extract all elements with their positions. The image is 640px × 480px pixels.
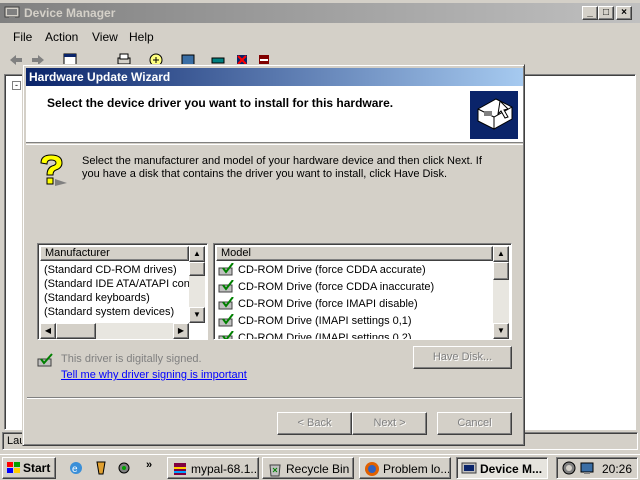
model-label: CD-ROM Drive (force CDDA accurate) [238, 264, 426, 276]
settings-tool-icon[interactable] [116, 460, 132, 476]
scroll-down-button[interactable]: ▼ [189, 307, 205, 323]
start-button[interactable]: Start [2, 457, 56, 479]
manufacturer-list[interactable]: Manufacturer (Standard CD-ROM drives) (S… [37, 243, 208, 340]
model-vertical-scrollbar[interactable]: ▲ ▼ [493, 246, 509, 339]
system-tray: 20:26 [556, 457, 638, 479]
windows-logo-icon [7, 462, 20, 473]
wizard-instruction: Select the manufacturer and model of you… [82, 155, 482, 180]
scroll-up-button[interactable]: ▲ [189, 246, 205, 262]
signed-driver-icon [218, 331, 234, 339]
start-label: Start [23, 461, 51, 475]
device-manager-icon [461, 462, 477, 474]
task-label: Problem lo... [383, 462, 449, 476]
scroll-down-button[interactable]: ▼ [493, 323, 509, 339]
device-manager-title: Device Manager [24, 6, 116, 20]
wizard-titlebar[interactable]: Hardware Update Wizard [26, 68, 523, 86]
task-button-browser[interactable]: Problem lo... [359, 457, 451, 479]
list-item[interactable]: (Standard CD-ROM drives) [44, 264, 190, 276]
browser-icon [365, 462, 379, 476]
task-label: mypal-68.1... [191, 462, 257, 476]
menubar: File Action View Help [0, 26, 640, 46]
minimize-button[interactable]: _ [582, 6, 598, 20]
back-button[interactable]: < Back [277, 412, 352, 435]
model-label: CD-ROM Drive (force CDDA inaccurate) [238, 281, 435, 293]
signed-status-text: This driver is digitally signed. [61, 353, 202, 365]
maximize-button[interactable]: □ [598, 6, 614, 20]
task-button-device-manager[interactable]: Device M... [456, 457, 548, 479]
close-button[interactable]: × [616, 6, 632, 20]
model-list[interactable]: Model CD-ROM Drive (force CDDA accurate)… [213, 243, 512, 340]
device-manager-titlebar[interactable]: Device Manager _ □ × [0, 3, 640, 23]
wizard-header: Select the device driver you want to ins… [26, 86, 523, 143]
header-divider [26, 144, 523, 145]
scroll-right-button[interactable]: ▶ [173, 323, 189, 339]
model-label: CD-ROM Drive (force IMAPI disable) [238, 298, 418, 310]
list-item[interactable]: CD-ROM Drive (force IMAPI disable) [218, 296, 492, 312]
device-manager-icon [4, 6, 20, 19]
list-item[interactable]: CD-ROM Drive (IMAPI settings 0,2) [218, 330, 492, 340]
menu-view[interactable]: View [92, 30, 118, 44]
task-label: Recycle Bin [286, 462, 350, 476]
digitally-signed-icon [37, 353, 53, 367]
manufacturer-column-header[interactable]: Manufacturer [40, 246, 189, 261]
cancel-button[interactable]: Cancel [437, 412, 512, 435]
scroll-thumb[interactable] [493, 262, 509, 280]
list-item[interactable]: (Standard system devices) [44, 306, 190, 318]
recycle-bin-icon [269, 464, 281, 477]
scroll-thumb[interactable] [189, 262, 205, 276]
model-label: CD-ROM Drive (IMAPI settings 0,2) [238, 332, 412, 340]
hardware-update-wizard-dialog: Hardware Update Wizard Select the device… [22, 64, 525, 446]
hardware-wizard-icon [470, 91, 518, 139]
manufacturer-vertical-scrollbar[interactable]: ▲ ▼ [189, 246, 205, 323]
signed-driver-icon [218, 280, 234, 293]
tray-status-icon[interactable] [561, 460, 577, 476]
signed-driver-icon [218, 297, 234, 310]
model-column-header[interactable]: Model [216, 246, 493, 261]
list-item[interactable]: (Standard IDE ATA/ATAPI controllers) [44, 278, 190, 290]
list-item[interactable]: CD-ROM Drive (force CDDA accurate) [218, 262, 492, 278]
tree-expander[interactable]: - [12, 81, 21, 90]
wizard-title: Hardware Update Wizard [29, 70, 171, 84]
have-disk-button[interactable]: Have Disk... [413, 346, 512, 369]
driver-signing-link[interactable]: Tell me why driver signing is important [61, 369, 247, 381]
next-button[interactable]: Next > [352, 412, 427, 435]
scroll-thumb[interactable] [56, 323, 96, 339]
list-item[interactable]: CD-ROM Drive (IMAPI settings 0,1) [218, 313, 492, 329]
task-label: Device M... [480, 462, 543, 476]
cleanup-icon[interactable] [93, 460, 109, 476]
task-button-mypal[interactable]: mypal-68.1... [167, 457, 259, 479]
signed-driver-icon [218, 314, 234, 327]
list-item[interactable]: CD-ROM Drive (force CDDA inaccurate) [218, 279, 492, 295]
tray-network-icon[interactable] [579, 460, 595, 476]
button-separator [27, 397, 522, 399]
scroll-left-button[interactable]: ◀ [40, 323, 56, 339]
menu-action[interactable]: Action [45, 30, 78, 44]
wizard-header-title: Select the device driver you want to ins… [47, 96, 394, 110]
list-item[interactable]: (Standard keyboards) [44, 292, 190, 304]
task-button-recycle-bin[interactable]: Recycle Bin [262, 457, 354, 479]
quicklaunch-overflow[interactable]: » [146, 459, 152, 471]
svg-text:e: e [72, 464, 78, 475]
scroll-up-button[interactable]: ▲ [493, 246, 509, 262]
model-label: CD-ROM Drive (IMAPI settings 0,1) [238, 315, 412, 327]
internet-explorer-icon[interactable]: e [68, 460, 84, 476]
manufacturer-horizontal-scrollbar[interactable]: ◀ ▶ [40, 323, 189, 339]
archive-icon [174, 463, 186, 475]
menu-help[interactable]: Help [129, 30, 154, 44]
clock: 20:26 [602, 462, 633, 476]
menu-file[interactable]: File [13, 30, 32, 44]
question-icon [40, 154, 67, 186]
taskbar: Start e » mypal-68.1... Recycle Bin Prob… [0, 454, 640, 480]
signed-driver-icon [218, 263, 234, 276]
